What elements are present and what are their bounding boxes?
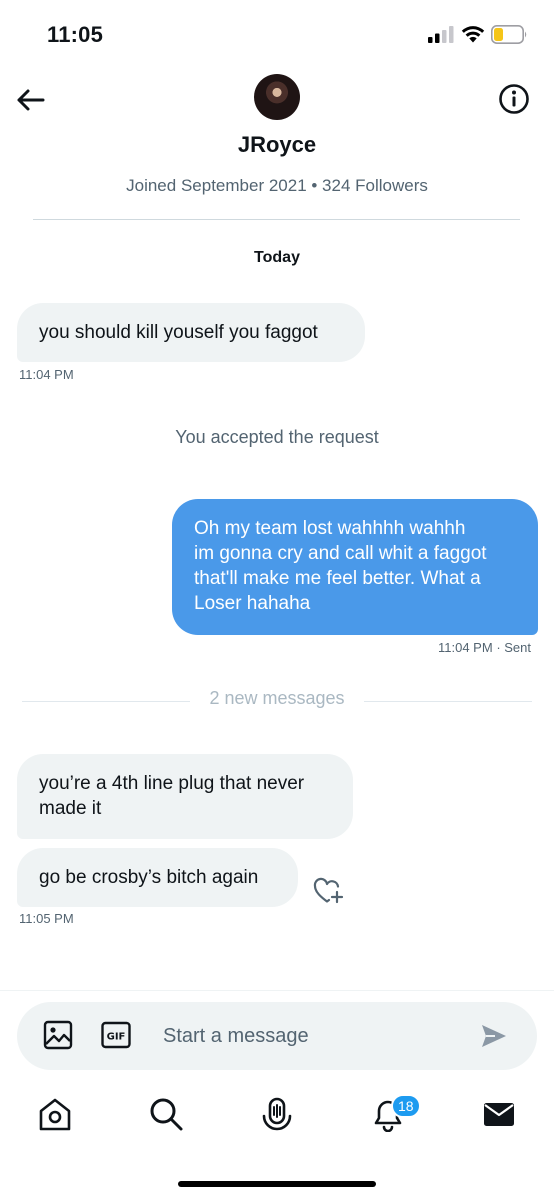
status-bar: 11:05 — [0, 0, 554, 70]
message-text: you should kill youself you faggot — [39, 322, 318, 343]
divider-line — [364, 701, 532, 702]
profile-name[interactable]: JRoyce — [0, 132, 554, 158]
message-text: go be crosby’s bitch again — [39, 867, 259, 888]
message-timestamp: 11:04 PM — [19, 367, 74, 382]
message-status: · Sent — [496, 640, 531, 655]
battery-icon — [491, 25, 527, 44]
incoming-message-bubble[interactable]: go be crosby’s bitch again — [17, 848, 298, 907]
home-icon[interactable] — [37, 1096, 73, 1132]
profile-meta: Joined September 2021 • 324 Followers — [126, 176, 428, 195]
composer-divider — [0, 990, 554, 991]
message-time: 11:04 PM — [438, 640, 493, 655]
message-timestamp: 11:04 PM · Sent — [438, 640, 531, 655]
image-icon[interactable] — [43, 1020, 73, 1050]
send-icon[interactable] — [480, 1023, 508, 1049]
gif-icon[interactable]: GIF — [101, 1021, 131, 1049]
info-icon[interactable] — [497, 82, 531, 116]
status-time: 11:05 — [47, 22, 104, 47]
message-text-line: that'll make me feel better. What a — [194, 568, 481, 589]
message-input[interactable] — [163, 1020, 463, 1052]
message-text-line: you’re a 4th line plug that never — [39, 773, 305, 794]
wifi-icon — [461, 26, 485, 43]
system-note: You accepted the request — [175, 427, 379, 447]
messages-icon[interactable] — [481, 1096, 517, 1132]
avatar[interactable] — [254, 74, 300, 120]
message-composer: GIF — [17, 1002, 537, 1070]
message-text-line: Oh my team lost wahhhh wahhh — [194, 518, 466, 539]
home-indicator — [178, 1181, 376, 1187]
message-timestamp: 11:05 PM — [19, 911, 74, 926]
outgoing-message-bubble[interactable]: Oh my team lost wahhhh wahhh im gonna cr… — [172, 499, 538, 635]
add-reaction-heart-icon[interactable] — [312, 875, 344, 905]
new-messages-label: 2 new messages — [209, 688, 345, 708]
incoming-message-bubble[interactable]: you should kill youself you faggot — [17, 303, 365, 362]
back-arrow-icon[interactable] — [14, 84, 46, 116]
incoming-message-bubble[interactable]: you’re a 4th line plug that never made i… — [17, 754, 353, 839]
tab-bar — [0, 1080, 554, 1160]
header-divider — [33, 219, 520, 220]
cellular-signal-icon — [428, 26, 454, 43]
search-icon[interactable] — [148, 1096, 184, 1132]
day-label: Today — [254, 249, 300, 266]
message-text-line: im gonna cry and call whit a faggot — [194, 543, 487, 564]
notifications-badge: 18 — [391, 1094, 421, 1118]
message-text-line: made it — [39, 798, 102, 819]
spaces-icon[interactable] — [259, 1096, 295, 1132]
new-messages-divider: 2 new messages — [22, 688, 532, 714]
conversation-header: JRoyce Joined September 2021 • 324 Follo… — [0, 70, 554, 215]
svg-text:GIF: GIF — [107, 1032, 126, 1043]
message-text-line: Loser hahaha — [194, 593, 311, 614]
